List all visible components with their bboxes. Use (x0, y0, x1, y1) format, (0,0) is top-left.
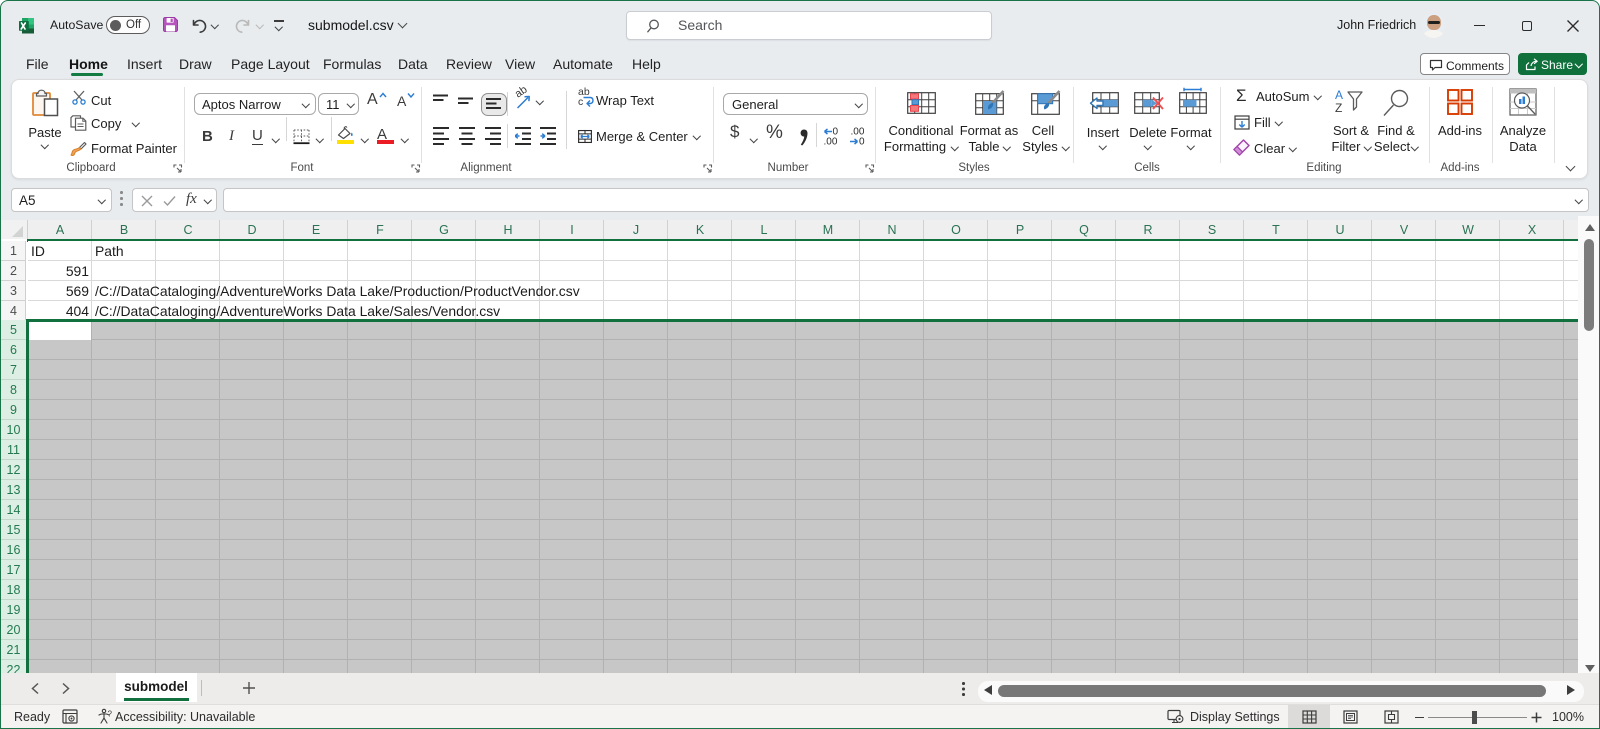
svg-text:0: 0 (859, 137, 865, 147)
svg-text:A: A (1335, 88, 1343, 102)
svg-text:?: ? (108, 710, 113, 719)
svg-text:.00: .00 (824, 137, 838, 147)
svg-text:Z: Z (1335, 101, 1342, 115)
